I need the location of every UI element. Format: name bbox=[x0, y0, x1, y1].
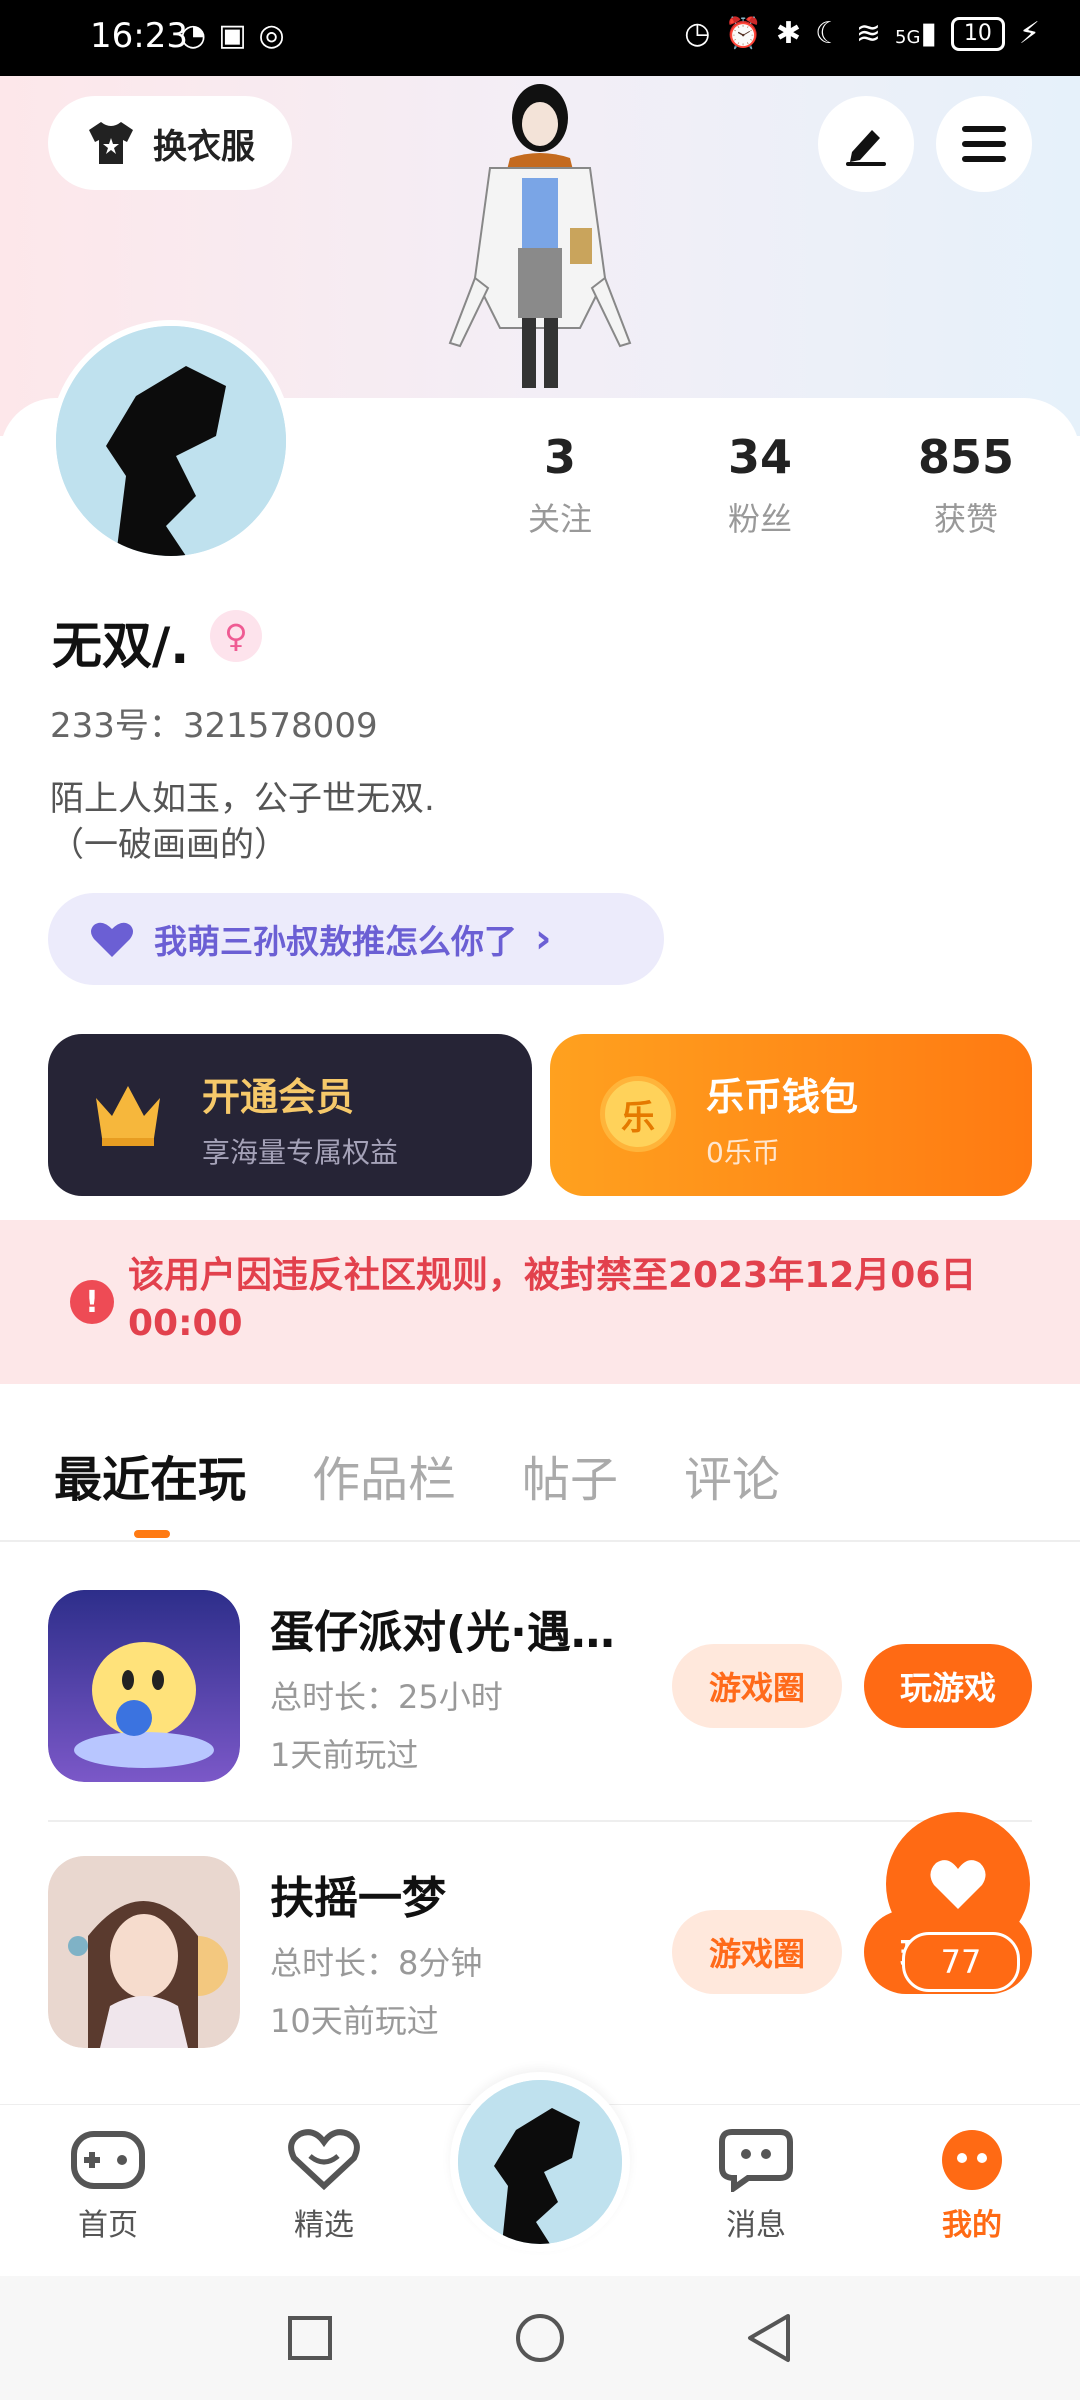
eggy-party-game-icon bbox=[48, 1590, 240, 1782]
tab-comments[interactable]: 评论 bbox=[684, 1440, 780, 1510]
stat-followers[interactable]: 34 粉丝 bbox=[670, 430, 850, 540]
edit-profile-button[interactable] bbox=[818, 96, 914, 192]
fuyao-yimeng-game-icon bbox=[48, 1856, 240, 2048]
moon-icon: ☾ bbox=[814, 16, 842, 51]
tab-recently-played[interactable]: 最近在玩 bbox=[54, 1440, 246, 1510]
game-playtime: 总时长：25小时 bbox=[270, 1678, 503, 1716]
avatar-figure-image bbox=[448, 84, 632, 388]
heart-chat-icon bbox=[288, 2129, 360, 2191]
qq-icon: ◔ bbox=[180, 18, 207, 53]
charging-icon: ⚡ bbox=[1018, 16, 1040, 51]
female-icon: ♀ bbox=[210, 610, 262, 662]
user-bio: 陌上人如玉，公子世无双. （一破画画的） bbox=[50, 776, 850, 868]
game-circle-button[interactable]: 游戏圈 bbox=[672, 1910, 842, 1994]
like-count: 77 bbox=[902, 1932, 1020, 1992]
wechat-icon: ◎ bbox=[258, 18, 285, 53]
game-last-played: 1天前玩过 bbox=[270, 1736, 419, 1774]
user-name: 无双/. bbox=[52, 617, 190, 675]
tab-posts[interactable]: 帖子 bbox=[522, 1440, 618, 1510]
followers-label: 粉丝 bbox=[727, 500, 792, 538]
back-triangle-icon[interactable] bbox=[744, 2312, 794, 2364]
tag-label: 我萌三孙叔敖推怎么你了 bbox=[154, 922, 517, 961]
message-icon bbox=[719, 2129, 793, 2194]
app-icon: ▣ bbox=[218, 18, 247, 53]
status-time: 16:23 bbox=[90, 16, 188, 56]
user-id: 233号：321578009 bbox=[50, 706, 378, 746]
chevron-right-icon: › bbox=[535, 916, 552, 962]
bio-line: （一破画画的） bbox=[50, 825, 288, 865]
stat-likes[interactable]: 855 获赞 bbox=[876, 430, 1056, 540]
tabs-divider bbox=[0, 1540, 1080, 1542]
gamepad-icon bbox=[71, 2131, 145, 2189]
bio-line: 陌上人如玉，公子世无双. bbox=[50, 779, 435, 819]
followers-count: 34 bbox=[727, 430, 792, 484]
game-title: 蛋仔派对(光·遇… bbox=[270, 1607, 615, 1658]
nav-messages[interactable]: 消息 bbox=[676, 2128, 836, 2244]
system-navigation-bar bbox=[0, 2276, 1080, 2400]
likes-count: 855 bbox=[917, 430, 1015, 484]
active-tab-indicator bbox=[134, 1530, 170, 1538]
menu-button[interactable] bbox=[936, 96, 1032, 192]
change-outfit-label: 换衣服 bbox=[153, 126, 255, 167]
profile-tabs: 最近在玩 作品栏 帖子 评论 bbox=[54, 1440, 780, 1510]
likes-label: 获赞 bbox=[933, 500, 998, 538]
tab-works[interactable]: 作品栏 bbox=[312, 1440, 456, 1510]
nav-home[interactable]: 首页 bbox=[28, 2128, 188, 2244]
following-label: 关注 bbox=[527, 500, 592, 538]
coin-icon: 乐 bbox=[600, 1076, 676, 1152]
purple-heart-icon bbox=[91, 922, 133, 957]
wifi-icon: ≋ bbox=[855, 16, 881, 51]
home-circle-icon[interactable] bbox=[514, 2312, 566, 2364]
ban-notice-text: 该用户因违反社区规则，被封禁至2023年12月06日 00:00 bbox=[128, 1255, 977, 1344]
stat-following[interactable]: 3 关注 bbox=[470, 430, 650, 540]
vip-card[interactable]: 开通会员 享海量专属权益 bbox=[48, 1034, 532, 1196]
game-last-played: 10天前玩过 bbox=[270, 2002, 439, 2040]
recent-apps-icon[interactable] bbox=[286, 2314, 334, 2362]
notification-icons: ◔ ▣ ◎ bbox=[180, 18, 285, 53]
nav-label: 消息 bbox=[726, 2208, 786, 2243]
nav-label: 精选 bbox=[294, 2208, 354, 2243]
hamburger-icon bbox=[962, 126, 1006, 162]
nav-center-avatar[interactable] bbox=[458, 2080, 622, 2244]
game-circle-button[interactable]: 游戏圈 bbox=[672, 1644, 842, 1728]
heart-icon bbox=[930, 1860, 986, 1909]
alert-icon: ! bbox=[70, 1280, 114, 1324]
profile-tag-pill[interactable]: 我萌三孙叔敖推怎么你了 › bbox=[48, 893, 664, 985]
wallet-balance: 0乐币 bbox=[706, 1136, 780, 1169]
status-bar: 16:23 ◔ ▣ ◎ ◷ ⏰ ✱ ☾ ≋ 5G▮ 10 ⚡ bbox=[0, 0, 1080, 76]
game-list-item[interactable]: 蛋仔派对(光·遇… 总时长：25小时 1天前玩过 游戏圈 玩游戏 bbox=[48, 1590, 1032, 1782]
avatar-silhouette bbox=[458, 2080, 622, 2244]
nav-label: 首页 bbox=[78, 2208, 138, 2243]
profile-face-icon bbox=[942, 2130, 1002, 2190]
crown-icon bbox=[96, 1086, 160, 1146]
pen-icon bbox=[846, 130, 886, 166]
user-avatar[interactable] bbox=[50, 320, 292, 562]
tshirt-icon bbox=[89, 122, 133, 164]
nav-profile[interactable]: 我的 bbox=[892, 2128, 1052, 2244]
system-icons: ◷ ⏰ ✱ ☾ ≋ 5G▮ 10 ⚡ bbox=[684, 16, 1040, 51]
wallet-card[interactable]: 乐 乐币钱包 0乐币 bbox=[550, 1034, 1032, 1196]
following-count: 3 bbox=[543, 430, 576, 484]
alarm-icon: ⏰ bbox=[724, 16, 762, 51]
vip-subtitle: 享海量专属权益 bbox=[202, 1136, 399, 1169]
vip-title: 开通会员 bbox=[202, 1075, 355, 1119]
play-game-button[interactable]: 玩游戏 bbox=[864, 1644, 1032, 1728]
nav-featured[interactable]: 精选 bbox=[244, 2128, 404, 2244]
game-list-item[interactable]: 扶摇一梦 总时长：8分钟 10天前玩过 游戏圈 玩游戏 bbox=[48, 1856, 1032, 2048]
avatar-silhouette bbox=[56, 326, 286, 556]
game-playtime: 总时长：8分钟 bbox=[270, 1944, 483, 1982]
battery-icon: 10 bbox=[950, 16, 1005, 51]
change-outfit-button[interactable]: 换衣服 bbox=[48, 96, 292, 190]
signal-icon: 5G▮ bbox=[895, 16, 937, 51]
row-divider bbox=[48, 1820, 1032, 1822]
bluetooth-icon: ✱ bbox=[775, 16, 801, 51]
wallet-title: 乐币钱包 bbox=[706, 1075, 859, 1119]
game-title: 扶摇一梦 bbox=[270, 1873, 446, 1924]
nav-label: 我的 bbox=[942, 2208, 1002, 2243]
speed-icon: ◷ bbox=[684, 16, 711, 51]
